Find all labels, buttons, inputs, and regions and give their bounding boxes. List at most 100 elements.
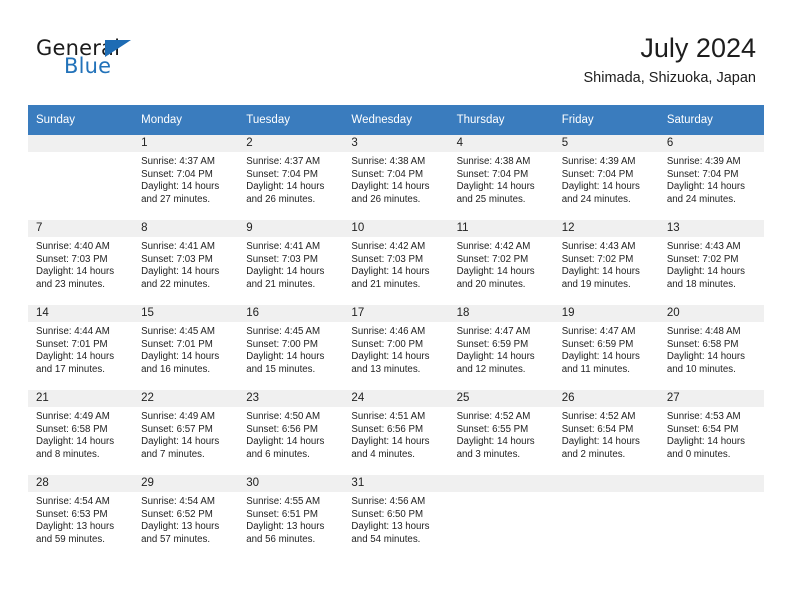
day-details: Sunrise: 4:43 AM Sunset: 7:02 PM Daylight:… <box>554 237 659 291</box>
calendar-day-cell[interactable]: 28 Sunrise: 4:54 AM Sunset: 6:53 PM Dayligh… <box>28 475 134 560</box>
daylight-text-line1: Daylight: 14 hours <box>666 351 745 363</box>
calendar-day-cell[interactable]: 21 Sunrise: 4:49 AM Sunset: 6:58 PM Dayligh… <box>28 390 134 475</box>
day-details: Sunrise: 4:47 AM Sunset: 6:59 PM Daylight:… <box>449 322 554 376</box>
day-cell-inner: 12 Sunrise: 4:43 AM Sunset: 7:02 PM Dayligh… <box>553 220 659 305</box>
day-number: 28 <box>28 475 134 492</box>
daylight-text-line2: and 54 minutes. <box>351 533 421 545</box>
calendar-day-cell[interactable]: 16 Sunrise: 4:45 AM Sunset: 7:00 PM Dayligh… <box>238 305 344 390</box>
sunrise-text: Sunrise: 4:38 AM <box>456 156 531 167</box>
day-number: 17 <box>343 305 449 322</box>
sunset-text: Sunset: 7:00 PM <box>351 338 424 350</box>
day-cell-inner: 22 Sunrise: 4:49 AM Sunset: 6:57 PM Dayligh… <box>133 390 239 475</box>
calendar-week-row: 14 Sunrise: 4:44 AM Sunset: 7:01 PM Dayligh… <box>28 305 764 390</box>
sunset-text: Sunset: 7:03 PM <box>141 253 213 265</box>
day-details: Sunrise: 4:38 AM Sunset: 7:04 PM Daylight:… <box>449 152 554 206</box>
calendar-day-cell[interactable]: 23 Sunrise: 4:50 AM Sunset: 6:56 PM Dayligh… <box>238 390 344 475</box>
sunset-text: Sunset: 6:57 PM <box>141 423 213 435</box>
calendar-day-cell[interactable]: 18 Sunrise: 4:47 AM Sunset: 6:59 PM Dayligh… <box>448 305 554 390</box>
day-cell-inner: 23 Sunrise: 4:50 AM Sunset: 6:56 PM Dayligh… <box>238 390 344 475</box>
calendar-day-cell[interactable]: 31 Sunrise: 4:56 AM Sunset: 6:50 PM Dayligh… <box>343 475 449 560</box>
calendar-day-cell[interactable]: 30 Sunrise: 4:55 AM Sunset: 6:51 PM Dayligh… <box>238 475 344 560</box>
calendar-day-cell-empty <box>448 475 554 560</box>
calendar-day-cell[interactable]: 20 Sunrise: 4:48 AM Sunset: 6:58 PM Dayligh… <box>658 305 764 390</box>
daylight-text-line2: and 4 minutes. <box>351 448 415 460</box>
day-details: Sunrise: 4:41 AM Sunset: 7:03 PM Daylight:… <box>133 237 238 291</box>
day-number <box>553 475 659 492</box>
sunrise-text: Sunrise: 4:56 AM <box>351 496 426 507</box>
day-number: 30 <box>238 475 344 492</box>
calendar-day-cell[interactable]: 15 Sunrise: 4:45 AM Sunset: 7:01 PM Dayligh… <box>133 305 239 390</box>
sunrise-text: Sunrise: 4:52 AM <box>456 411 531 422</box>
calendar-day-cell[interactable]: 5 Sunrise: 4:39 AM Sunset: 7:04 PM Daylight… <box>553 135 659 220</box>
daylight-text-line1: Daylight: 14 hours <box>36 351 115 363</box>
day-number: 15 <box>133 305 239 322</box>
day-details: Sunrise: 4:38 AM Sunset: 7:04 PM Daylight:… <box>343 152 448 206</box>
sunrise-text: Sunrise: 4:39 AM <box>561 156 636 167</box>
day-cell-inner: 28 Sunrise: 4:54 AM Sunset: 6:53 PM Dayligh… <box>28 475 134 560</box>
day-number: 1 <box>133 135 239 152</box>
daylight-text-line1: Daylight: 14 hours <box>351 436 430 448</box>
daylight-text-line1: Daylight: 14 hours <box>141 351 220 363</box>
day-number: 3 <box>343 135 449 152</box>
calendar-day-cell[interactable]: 4 Sunrise: 4:38 AM Sunset: 7:04 PM Daylight… <box>448 135 554 220</box>
daylight-text-line1: Daylight: 14 hours <box>666 266 745 278</box>
sunset-text: Sunset: 7:04 PM <box>561 168 634 180</box>
daylight-text-line1: Daylight: 14 hours <box>666 436 745 448</box>
day-number: 19 <box>553 305 659 322</box>
calendar-day-cell-empty <box>658 475 764 560</box>
daylight-text-line2: and 18 minutes. <box>666 278 736 290</box>
calendar-day-cell[interactable]: 25 Sunrise: 4:52 AM Sunset: 6:55 PM Dayligh… <box>448 390 554 475</box>
calendar-day-cell[interactable]: 14 Sunrise: 4:44 AM Sunset: 7:01 PM Dayligh… <box>28 305 134 390</box>
daylight-text-line2: and 25 minutes. <box>456 193 526 205</box>
calendar-day-cell[interactable]: 3 Sunrise: 4:38 AM Sunset: 7:04 PM Daylight… <box>343 135 449 220</box>
daylight-text-line2: and 23 minutes. <box>36 278 105 290</box>
daylight-text-line2: and 2 minutes. <box>561 448 626 460</box>
day-number: 4 <box>448 135 554 152</box>
sunset-text: Sunset: 7:01 PM <box>141 338 213 350</box>
daylight-text-line2: and 8 minutes. <box>36 448 100 460</box>
daylight-text-line2: and 20 minutes. <box>456 278 526 290</box>
calendar-day-cell[interactable]: 22 Sunrise: 4:49 AM Sunset: 6:57 PM Dayligh… <box>133 390 239 475</box>
calendar-day-cell[interactable]: 7 Sunrise: 4:40 AM Sunset: 7:03 PM Daylight… <box>28 220 134 305</box>
day-number: 13 <box>658 220 764 237</box>
calendar-day-cell[interactable]: 19 Sunrise: 4:47 AM Sunset: 6:59 PM Dayligh… <box>553 305 659 390</box>
calendar-day-cell[interactable]: 10 Sunrise: 4:42 AM Sunset: 7:03 PM Dayligh… <box>343 220 449 305</box>
calendar-day-cell[interactable]: 27 Sunrise: 4:53 AM Sunset: 6:54 PM Dayligh… <box>658 390 764 475</box>
day-number: 25 <box>448 390 554 407</box>
day-details: Sunrise: 4:49 AM Sunset: 6:57 PM Daylight:… <box>133 407 238 461</box>
calendar-day-cell[interactable]: 6 Sunrise: 4:39 AM Sunset: 7:04 PM Daylight… <box>658 135 764 220</box>
daylight-text-line2: and 15 minutes. <box>246 363 316 375</box>
calendar-day-cell[interactable]: 9 Sunrise: 4:41 AM Sunset: 7:03 PM Daylight… <box>238 220 344 305</box>
sunrise-text: Sunrise: 4:38 AM <box>351 156 426 167</box>
calendar-day-cell[interactable]: 26 Sunrise: 4:52 AM Sunset: 6:54 PM Dayligh… <box>553 390 659 475</box>
calendar-day-cell[interactable]: 17 Sunrise: 4:46 AM Sunset: 7:00 PM Dayligh… <box>343 305 449 390</box>
calendar-day-cell[interactable]: 29 Sunrise: 4:54 AM Sunset: 6:52 PM Dayligh… <box>133 475 239 560</box>
calendar-week-row: 1 Sunrise: 4:37 AM Sunset: 7:04 PM Daylight… <box>28 135 764 220</box>
calendar-day-cell[interactable]: 2 Sunrise: 4:37 AM Sunset: 7:04 PM Daylight… <box>238 135 344 220</box>
day-details: Sunrise: 4:37 AM Sunset: 7:04 PM Daylight:… <box>133 152 238 206</box>
daylight-text-line1: Daylight: 13 hours <box>141 521 220 533</box>
calendar-day-cell[interactable]: 11 Sunrise: 4:42 AM Sunset: 7:02 PM Dayligh… <box>448 220 554 305</box>
calendar-day-cell[interactable]: 13 Sunrise: 4:43 AM Sunset: 7:02 PM Dayligh… <box>658 220 764 305</box>
calendar-day-cell[interactable]: 24 Sunrise: 4:51 AM Sunset: 6:56 PM Dayligh… <box>343 390 449 475</box>
day-number: 12 <box>553 220 659 237</box>
day-cell-inner: 6 Sunrise: 4:39 AM Sunset: 7:04 PM Daylight… <box>658 135 764 220</box>
day-cell-inner: 20 Sunrise: 4:48 AM Sunset: 6:58 PM Dayligh… <box>658 305 764 390</box>
calendar-day-cell[interactable]: 12 Sunrise: 4:43 AM Sunset: 7:02 PM Dayligh… <box>553 220 659 305</box>
brand-logo[interactable]: General Blue <box>36 36 256 88</box>
calendar-page: General Blue July 2024 Shimada, Shizuoka… <box>0 0 792 612</box>
calendar-day-cell[interactable]: 8 Sunrise: 4:41 AM Sunset: 7:03 PM Daylight… <box>133 220 239 305</box>
day-number: 7 <box>28 220 134 237</box>
day-details: Sunrise: 4:55 AM Sunset: 6:51 PM Daylight:… <box>238 492 343 546</box>
sunset-text: Sunset: 6:56 PM <box>351 423 424 435</box>
calendar-day-cell[interactable]: 1 Sunrise: 4:37 AM Sunset: 7:04 PM Daylight… <box>133 135 239 220</box>
sunrise-text: Sunrise: 4:45 AM <box>141 326 215 337</box>
day-number: 11 <box>448 220 554 237</box>
day-details: Sunrise: 4:48 AM Sunset: 6:58 PM Daylight:… <box>659 322 764 376</box>
daylight-text-line2: and 10 minutes. <box>666 363 736 375</box>
daylight-text-line2: and 24 minutes. <box>561 193 631 205</box>
day-cell-inner: 30 Sunrise: 4:55 AM Sunset: 6:51 PM Dayligh… <box>238 475 344 560</box>
daylight-text-line2: and 27 minutes. <box>141 193 211 205</box>
day-cell-inner <box>28 135 134 220</box>
sunset-text: Sunset: 7:03 PM <box>351 253 424 265</box>
